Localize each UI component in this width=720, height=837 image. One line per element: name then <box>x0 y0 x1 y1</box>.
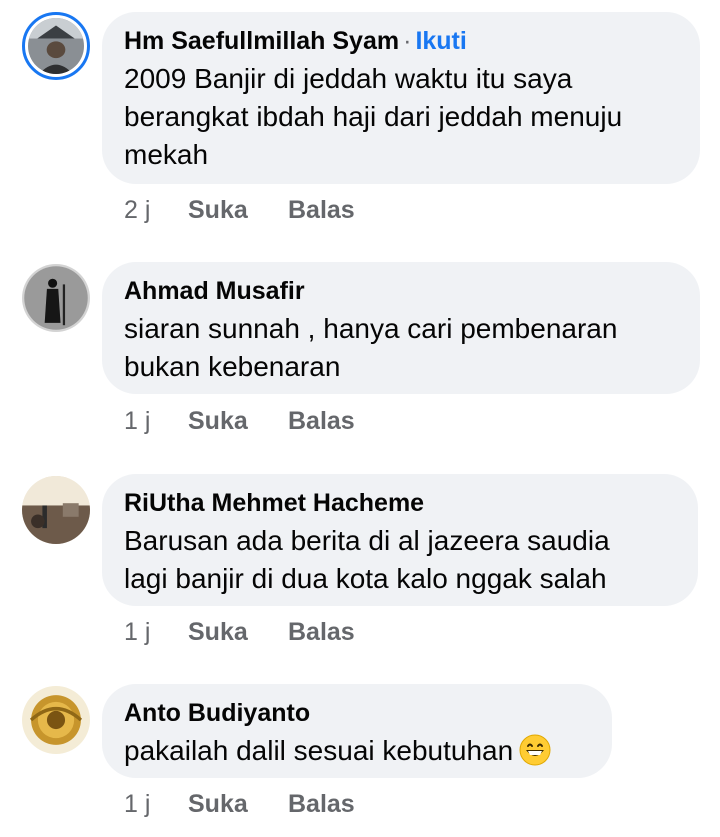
comment-header: Ahmad Musafir <box>124 276 678 306</box>
comment-text-content: pakailah dalil sesuai kebutuhan <box>124 735 514 766</box>
user-photo-icon <box>22 264 90 332</box>
comment-actions: 2 j Suka Balas <box>124 196 355 225</box>
comment-text: pakailah dalil sesuai kebutuhan <box>124 732 590 770</box>
follow-button[interactable]: Ikuti <box>415 27 466 55</box>
comment-timestamp[interactable]: 1 j <box>124 618 188 647</box>
comment-text: 2009 Banjir di jeddah waktu itu saya ber… <box>124 63 623 170</box>
like-button[interactable]: Suka <box>188 790 288 819</box>
commenter-name[interactable]: RiUtha Mehmet Hacheme <box>124 489 424 517</box>
comment-bubble: RiUtha Mehmet Hacheme Barusan ada berita… <box>102 474 698 606</box>
commenter-name[interactable]: Ahmad Musafir <box>124 277 305 305</box>
like-button[interactable]: Suka <box>188 407 288 436</box>
comment-bubble: Ahmad Musafir siaran sunnah , hanya cari… <box>102 262 700 394</box>
comment-timestamp[interactable]: 1 j <box>124 407 188 436</box>
avatar[interactable] <box>22 476 90 544</box>
reply-button[interactable]: Balas <box>288 790 355 819</box>
comment-bubble: Hm Saefullmillah Syam · Ikuti 2009 Banjir … <box>102 12 700 184</box>
comment-actions: 1 j Suka Balas <box>124 407 355 436</box>
comment-timestamp[interactable]: 1 j <box>124 790 188 819</box>
comment-header: Anto Budiyanto <box>124 698 590 728</box>
comment-header: RiUtha Mehmet Hacheme <box>124 488 676 518</box>
comment-actions: 1 j Suka Balas <box>124 618 355 647</box>
grinning-face-emoji-icon <box>519 734 551 766</box>
user-photo-icon <box>28 18 84 74</box>
avatar[interactable] <box>22 12 90 80</box>
comment-bubble: Anto Budiyanto pakailah dalil sesuai keb… <box>102 684 612 778</box>
commenter-name[interactable]: Anto Budiyanto <box>124 699 310 727</box>
avatar[interactable] <box>22 264 90 332</box>
comment-actions: 1 j Suka Balas <box>124 790 355 819</box>
user-photo-icon <box>22 686 90 754</box>
comment-text: Barusan ada berita di al jazeera saudia … <box>124 525 610 594</box>
commenter-name[interactable]: Hm Saefullmillah Syam <box>124 27 399 55</box>
reply-button[interactable]: Balas <box>288 196 355 225</box>
reply-button[interactable]: Balas <box>288 407 355 436</box>
user-photo-icon <box>22 476 90 544</box>
avatar[interactable] <box>22 686 90 754</box>
comment-text: siaran sunnah , hanya cari pembenaran bu… <box>124 313 618 382</box>
like-button[interactable]: Suka <box>188 618 288 647</box>
reply-button[interactable]: Balas <box>288 618 355 647</box>
comment-timestamp[interactable]: 2 j <box>124 196 188 225</box>
like-button[interactable]: Suka <box>188 196 288 225</box>
separator-dot: · <box>403 27 412 55</box>
comment-header: Hm Saefullmillah Syam · Ikuti <box>124 26 678 56</box>
